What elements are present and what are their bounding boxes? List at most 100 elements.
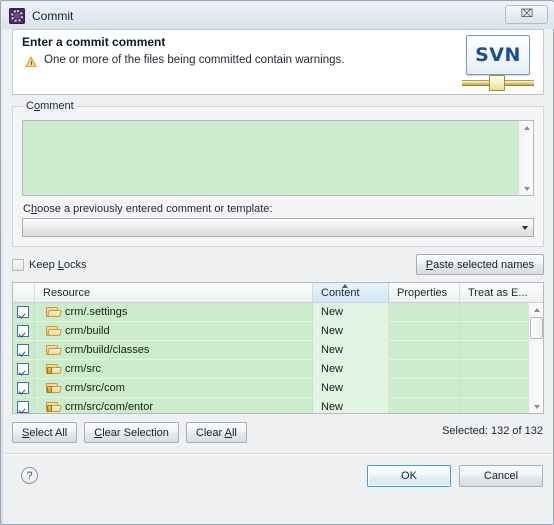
close-button[interactable]: ⌧	[505, 5, 548, 24]
select-all-button[interactable]: Select All	[12, 422, 78, 443]
folder-icon	[46, 325, 62, 337]
row-resource-cell: crm/src/com	[35, 379, 313, 397]
row-resource-cell: crm/build/classes	[35, 341, 313, 359]
ok-button[interactable]: OK	[367, 465, 451, 487]
row-content-cell: New	[313, 303, 389, 321]
screenshot-root: Commit ⌧ Enter a commit comment One or m…	[0, 0, 554, 525]
previous-comment-combo[interactable]	[22, 218, 534, 237]
table-header-content-label: Content	[321, 286, 360, 299]
row-checkbox-cell[interactable]	[13, 341, 35, 359]
row-checkbox[interactable]	[17, 344, 29, 356]
row-resource-cell: crm/build	[35, 322, 313, 340]
table-header-content[interactable]: Content	[313, 283, 389, 302]
folder-icon	[46, 344, 62, 356]
sort-ascending-icon	[341, 284, 348, 288]
svn-logo-text: SVN	[475, 44, 521, 66]
row-content-cell: New	[313, 341, 389, 359]
table-row[interactable]: crm/build/classes New	[13, 341, 528, 360]
row-checkbox-cell[interactable]	[13, 322, 35, 340]
keep-locks-label-post: ocks	[63, 259, 87, 271]
window-titlebar[interactable]: Commit ⌧	[2, 2, 554, 29]
clear-selection-label: lear Selection	[102, 426, 169, 439]
row-checkbox[interactable]	[17, 401, 29, 413]
scroll-down-arrow-icon[interactable]	[519, 182, 534, 195]
table-row[interactable]: crm/build New	[13, 322, 528, 341]
keep-locks-label-pre: Keep	[29, 259, 58, 271]
resources-table: Resource Content Properties Treat as E..…	[12, 282, 544, 414]
scroll-up-arrow-icon[interactable]	[529, 303, 543, 316]
dialog-footer: ? OK Cancel	[12, 455, 544, 499]
table-row[interactable]: crm/src/com/entor New	[13, 398, 528, 413]
row-treat-as-cell	[460, 341, 528, 359]
select-all-label: elect All	[29, 426, 68, 439]
row-checkbox[interactable]	[17, 363, 29, 375]
close-icon: ⌧	[520, 8, 534, 20]
comment-input[interactable]	[23, 121, 518, 195]
folder-icon	[46, 306, 62, 318]
svn-commit-icon	[9, 7, 25, 24]
comment-group: Comment Choose a previously entered comm…	[12, 100, 544, 247]
commit-dialog-window: Commit ⌧ Enter a commit comment One or m…	[0, 0, 554, 525]
help-icon[interactable]: ?	[21, 467, 38, 484]
svn-logo-icon: SVN	[462, 35, 534, 92]
window-title: Commit	[32, 8, 74, 23]
table-header-properties[interactable]: Properties	[389, 283, 460, 302]
table-header-treat-as[interactable]: Treat as E...	[460, 283, 532, 302]
warning-triangle-icon	[25, 55, 38, 68]
table-row[interactable]: crm/src/com New	[13, 379, 528, 398]
comment-vertical-scrollbar[interactable]	[518, 121, 533, 195]
row-resource-cell: crm/src	[35, 360, 313, 378]
cancel-button[interactable]: Cancel	[459, 465, 543, 487]
source-folder-icon	[46, 401, 62, 413]
row-resource-label: crm/.settings	[65, 306, 128, 318]
chevron-down-icon[interactable]	[517, 225, 533, 230]
row-treat-as-cell	[460, 322, 528, 340]
keep-locks-checkbox[interactable]	[12, 259, 24, 271]
source-folder-icon	[46, 382, 62, 394]
row-treat-as-cell	[460, 398, 528, 413]
comment-group-label: Comment	[23, 100, 77, 112]
row-treat-as-cell	[460, 379, 528, 397]
scroll-down-arrow-icon[interactable]	[529, 400, 543, 413]
row-resource-label: crm/src	[65, 363, 102, 375]
table-row[interactable]: crm/src New	[13, 360, 528, 379]
choose-comment-label: Choose a previously entered comment or t…	[23, 203, 543, 215]
row-content-cell: New	[313, 398, 389, 413]
scroll-up-arrow-icon[interactable]	[519, 121, 534, 134]
row-checkbox[interactable]	[17, 382, 29, 394]
selected-count-text: Selected: 132 of 132	[442, 425, 543, 437]
scrollbar-thumb[interactable]	[530, 317, 543, 339]
table-header-checkbox[interactable]	[13, 283, 35, 302]
row-checkbox-cell[interactable]	[13, 303, 35, 321]
row-checkbox-cell[interactable]	[13, 379, 35, 397]
choose-label-post: oose a previously entered comment or tem…	[37, 203, 273, 215]
comment-textarea-wrapper[interactable]	[22, 120, 534, 196]
row-properties-cell	[389, 341, 460, 359]
clear-selection-button[interactable]: Clear Selection	[84, 422, 179, 443]
row-resource-cell: crm/.settings	[35, 303, 313, 321]
row-properties-cell	[389, 303, 460, 321]
table-header-resource[interactable]: Resource	[35, 283, 313, 302]
table-row[interactable]: crm/.settings New	[13, 303, 528, 322]
row-resource-label: crm/build	[65, 325, 110, 337]
row-resource-cell: crm/src/com/entor	[35, 398, 313, 413]
row-checkbox-cell[interactable]	[13, 398, 35, 413]
table-vertical-scrollbar[interactable]	[528, 303, 543, 413]
row-checkbox[interactable]	[17, 325, 29, 337]
clear-all-mnemonic: A	[224, 426, 232, 439]
row-properties-cell	[389, 398, 460, 413]
dialog-client-area: Enter a commit comment One or more of th…	[3, 29, 553, 524]
row-resource-label: crm/src/com/entor	[65, 401, 154, 413]
row-treat-as-cell	[460, 360, 528, 378]
row-treat-as-cell	[460, 303, 528, 321]
row-resource-label: crm/src/com	[65, 382, 125, 394]
clear-all-button[interactable]: Clear All	[185, 422, 247, 443]
keep-locks-label[interactable]: Keep Locks	[29, 259, 87, 271]
comment-label-pre: C	[26, 100, 34, 112]
paste-selected-names-button[interactable]: Paste selected names	[415, 254, 544, 275]
svn-logo-node	[489, 75, 505, 91]
row-checkbox-cell[interactable]	[13, 360, 35, 378]
warning-message-text: One or more of the files being committed…	[44, 54, 345, 66]
table-header-row: Resource Content Properties Treat as E..…	[13, 283, 543, 303]
row-checkbox[interactable]	[17, 306, 29, 318]
